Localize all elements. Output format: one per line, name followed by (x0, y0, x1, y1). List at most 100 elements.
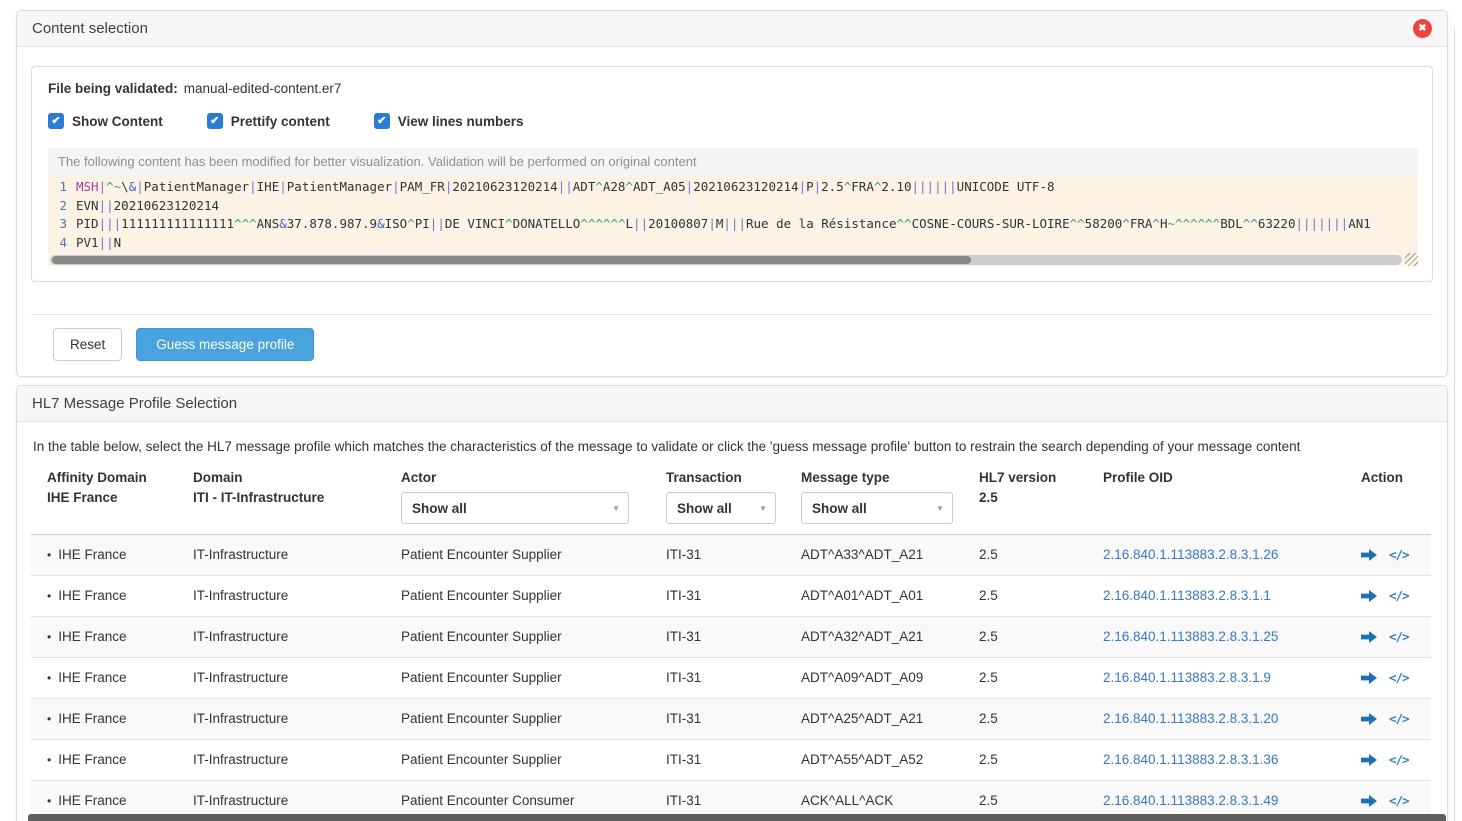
validate-with-profile-arrow-icon[interactable] (1361, 671, 1377, 685)
validate-with-profile-arrow-icon[interactable] (1361, 712, 1377, 726)
close-icon[interactable]: ✖ (1413, 19, 1432, 38)
cell-hl7-version: 2.5 (977, 617, 1101, 658)
code-lines[interactable]: 1MSH|^~\&|PatientManager|IHE|PatientMana… (48, 175, 1418, 254)
view-profile-code-icon[interactable]: </> (1389, 547, 1409, 562)
validate-with-profile-arrow-icon[interactable] (1361, 589, 1377, 603)
cell-domain: IT-Infrastructure (191, 658, 399, 699)
bullet-icon: • (47, 589, 51, 603)
table-row[interactable]: •IHE France IT-Infrastructure Patient En… (31, 699, 1431, 740)
table-row[interactable]: •IHE France IT-Infrastructure Patient En… (31, 740, 1431, 781)
code-line: 4PV1||N (52, 234, 1418, 253)
scrollbar-thumb[interactable] (52, 256, 971, 264)
bullet-icon: • (47, 753, 51, 767)
message-type-filter-select[interactable]: Show all ▼ (801, 492, 953, 524)
profile-oid-link[interactable]: 2.16.840.1.113883.2.8.3.1.49 (1103, 793, 1278, 808)
checkbox-label: View lines numbers (398, 114, 524, 129)
table-row[interactable]: •IHE France IT-Infrastructure Patient En… (31, 617, 1431, 658)
table-row[interactable]: •IHE France IT-Infrastructure Patient En… (31, 535, 1431, 576)
file-being-validated: File being validated:manual-edited-conte… (48, 81, 1418, 96)
checkbox-checked-icon[interactable]: ✔ (374, 113, 390, 129)
profile-oid-link[interactable]: 2.16.840.1.113883.2.8.3.1.20 (1103, 711, 1278, 726)
cell-transaction: ITI-31 (664, 535, 799, 576)
table-row[interactable]: •IHE France IT-Infrastructure Patient En… (31, 576, 1431, 617)
validate-with-profile-arrow-icon[interactable] (1361, 794, 1377, 808)
view-lines-numbers-checkbox[interactable]: ✔ View lines numbers (374, 113, 524, 129)
validate-with-profile-arrow-icon[interactable] (1361, 548, 1377, 562)
table-row[interactable]: •IHE France IT-Infrastructure Patient En… (31, 658, 1431, 699)
chevron-down-icon: ▼ (612, 504, 620, 513)
cell-domain: IT-Infrastructure (191, 576, 399, 617)
cell-transaction: ITI-31 (664, 740, 799, 781)
profile-selection-body: In the table below, select the HL7 messa… (17, 422, 1447, 821)
content-modified-notice: The following content has been modified … (48, 148, 1418, 175)
guess-message-profile-button[interactable]: Guess message profile (136, 328, 314, 361)
cell-profile-oid: 2.16.840.1.113883.2.8.3.1.9 (1101, 658, 1359, 699)
cell-transaction: ITI-31 (664, 617, 799, 658)
cell-profile-oid: 2.16.840.1.113883.2.8.3.1.26 (1101, 535, 1359, 576)
panel-title: HL7 Message Profile Selection (32, 395, 237, 412)
checkbox-checked-icon[interactable]: ✔ (48, 113, 64, 129)
cell-actor: Patient Encounter Supplier (399, 740, 664, 781)
cell-profile-oid: 2.16.840.1.113883.2.8.3.1.25 (1101, 617, 1359, 658)
chevron-down-icon: ▼ (759, 504, 767, 513)
cell-hl7-version: 2.5 (977, 658, 1101, 699)
content-selection-panel: Content selection ✖ File being validated… (16, 10, 1448, 377)
cell-hl7-version: 2.5 (977, 699, 1101, 740)
actor-filter-select[interactable]: Show all ▼ (401, 492, 629, 524)
file-label: File being validated: (48, 81, 178, 96)
cell-actor: Patient Encounter Supplier (399, 617, 664, 658)
cell-affinity-domain: •IHE France (31, 576, 191, 617)
cell-domain: IT-Infrastructure (191, 740, 399, 781)
column-hl7-version: HL7 version 2.5 (977, 467, 1101, 535)
profile-table: Affinity Domain IHE France Domain ITI - … (31, 467, 1431, 821)
page-horizontal-scrollbar-thumb[interactable] (28, 814, 1446, 821)
cell-actor: Patient Encounter Supplier (399, 699, 664, 740)
checkbox-checked-icon[interactable]: ✔ (207, 113, 223, 129)
line-number: 1 (52, 178, 67, 197)
column-transaction: Transaction Show all ▼ (664, 467, 799, 535)
show-content-checkbox[interactable]: ✔ Show Content (48, 113, 163, 129)
content-selection-footer: Reset Guess message profile (31, 314, 1433, 376)
line-number: 3 (52, 215, 67, 234)
profile-selection-panel: HL7 Message Profile Selection In the tab… (16, 385, 1448, 821)
cell-profile-oid: 2.16.840.1.113883.2.8.3.1.1 (1101, 576, 1359, 617)
profile-oid-link[interactable]: 2.16.840.1.113883.2.8.3.1.1 (1103, 588, 1271, 603)
cell-affinity-domain: •IHE France (31, 617, 191, 658)
transaction-filter-select[interactable]: Show all ▼ (666, 492, 776, 524)
cell-hl7-version: 2.5 (977, 535, 1101, 576)
cell-domain: IT-Infrastructure (191, 535, 399, 576)
profile-oid-link[interactable]: 2.16.840.1.113883.2.8.3.1.9 (1103, 670, 1271, 685)
cell-message-type: ADT^A33^ADT_A21 (799, 535, 977, 576)
scrollbar-track[interactable] (50, 255, 1402, 265)
prettify-content-checkbox[interactable]: ✔ Prettify content (207, 113, 330, 129)
validate-with-profile-arrow-icon[interactable] (1361, 630, 1377, 644)
profile-oid-link[interactable]: 2.16.840.1.113883.2.8.3.1.25 (1103, 629, 1278, 644)
chevron-down-icon: ▼ (936, 504, 944, 513)
cell-actor: Patient Encounter Supplier (399, 535, 664, 576)
resize-handle-icon[interactable] (1405, 253, 1418, 266)
cell-hl7-version: 2.5 (977, 740, 1101, 781)
view-profile-code-icon[interactable]: </> (1389, 752, 1409, 767)
profile-oid-link[interactable]: 2.16.840.1.113883.2.8.3.1.26 (1103, 547, 1278, 562)
cell-action: </> (1359, 576, 1431, 617)
page-vertical-scrollbar-track[interactable] (1454, 28, 1455, 821)
bullet-icon: • (47, 548, 51, 562)
cell-message-type: ADT^A01^ADT_A01 (799, 576, 977, 617)
checkbox-row: ✔ Show Content ✔ Prettify content ✔ View… (48, 113, 1418, 129)
profile-oid-link[interactable]: 2.16.840.1.113883.2.8.3.1.36 (1103, 752, 1278, 767)
message-content-viewer: The following content has been modified … (48, 148, 1418, 266)
line-number: 2 (52, 197, 67, 216)
cell-profile-oid: 2.16.840.1.113883.2.8.3.1.20 (1101, 699, 1359, 740)
view-profile-code-icon[interactable]: </> (1389, 588, 1409, 603)
column-profile-oid: Profile OID (1101, 467, 1359, 535)
column-domain: Domain ITI - IT-Infrastructure (191, 467, 399, 535)
panel-title: Content selection (32, 20, 148, 37)
cell-action: </> (1359, 535, 1431, 576)
view-profile-code-icon[interactable]: </> (1389, 793, 1409, 808)
view-profile-code-icon[interactable]: </> (1389, 629, 1409, 644)
reset-button[interactable]: Reset (53, 328, 122, 361)
view-profile-code-icon[interactable]: </> (1389, 670, 1409, 685)
cell-affinity-domain: •IHE France (31, 699, 191, 740)
validate-with-profile-arrow-icon[interactable] (1361, 753, 1377, 767)
view-profile-code-icon[interactable]: </> (1389, 711, 1409, 726)
